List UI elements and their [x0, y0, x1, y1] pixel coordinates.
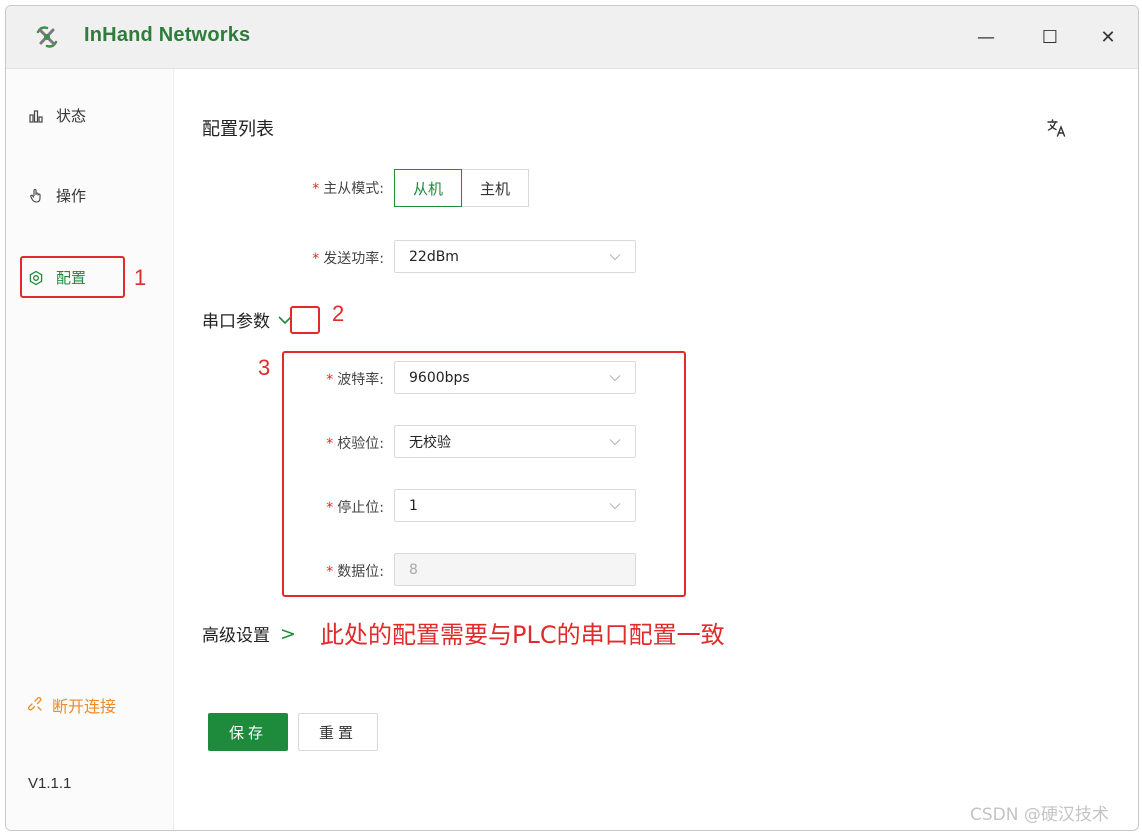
advanced-section-title: 高级设置	[202, 626, 270, 646]
annotation-box-1	[20, 256, 125, 298]
disconnect-label: 断开连接	[52, 697, 117, 716]
baud-label-text: 波特率:	[337, 372, 384, 388]
baud-rate-value: 9600bps	[409, 369, 470, 386]
data-bits-label-text: 数据位:	[337, 564, 384, 580]
close-button[interactable]: ✕	[1088, 20, 1128, 54]
mode-option-master[interactable]: 主机	[462, 169, 530, 207]
app-logo-icon	[36, 26, 58, 48]
parity-label-text: 校验位:	[337, 436, 384, 452]
stop-bits-select[interactable]: 1	[394, 489, 636, 522]
required-mark: *	[326, 564, 334, 580]
bar-chart-icon	[29, 109, 43, 123]
tx-power-value: 22dBm	[409, 248, 459, 265]
serial-section-header[interactable]: 串口参数	[202, 307, 294, 332]
disconnect-button[interactable]: 断开连接	[28, 693, 116, 717]
hand-pointer-icon	[30, 188, 41, 203]
parity-value: 无校验	[409, 434, 451, 451]
sidebar-item-label: 操作	[56, 187, 87, 205]
baud-label: * 波特率:	[204, 369, 384, 389]
annotation-box-2	[290, 306, 320, 334]
mode-toggle: 从机 主机	[394, 169, 530, 207]
sidebar-item-operate[interactable]: 操作	[28, 185, 86, 206]
required-mark: *	[312, 251, 320, 267]
page-title: 配置列表	[202, 119, 274, 140]
chevron-down-icon	[609, 439, 621, 446]
chevron-down-icon	[609, 375, 621, 382]
advanced-section-header[interactable]: 高级设置 >	[202, 621, 296, 647]
required-mark: *	[312, 181, 320, 197]
minimize-button[interactable]: —	[966, 20, 1006, 54]
data-bits-input: 8	[394, 553, 636, 586]
mode-option-slave[interactable]: 从机	[394, 169, 463, 207]
watermark: CSDN @硬汉技术	[970, 805, 1109, 825]
data-bits-value: 8	[409, 561, 418, 578]
tx-power-label-text: 发送功率:	[323, 251, 384, 267]
mode-label: * 主从模式:	[204, 178, 384, 198]
chevron-down-icon	[609, 503, 621, 510]
stop-bits-value: 1	[409, 497, 418, 514]
version-label: V1.1.1	[28, 775, 72, 792]
chevron-down-icon	[609, 254, 621, 261]
annotation-number-2: 2	[332, 301, 345, 326]
mode-label-text: 主从模式:	[323, 181, 384, 197]
maximize-button[interactable]: ☐	[1030, 20, 1070, 54]
baud-rate-select[interactable]: 9600bps	[394, 361, 636, 394]
title-bar: InHand Networks — ☐ ✕	[6, 6, 1138, 69]
sidebar-item-status[interactable]: 状态	[28, 105, 86, 126]
annotation-number-1: 1	[134, 265, 147, 290]
annotation-note: 此处的配置需要与PLC的串口配置一致	[320, 621, 725, 649]
required-mark: *	[326, 372, 334, 388]
required-mark: *	[326, 500, 334, 516]
translate-icon[interactable]	[1046, 117, 1068, 139]
save-button[interactable]: 保存	[208, 713, 288, 751]
stop-bits-label: * 停止位:	[204, 497, 384, 517]
parity-label: * 校验位:	[204, 433, 384, 453]
stop-bits-label-text: 停止位:	[337, 500, 384, 516]
required-mark: *	[326, 436, 334, 452]
chevron-right-icon: >	[280, 622, 296, 645]
sidebar-item-label: 状态	[56, 107, 87, 125]
serial-section-title: 串口参数	[202, 312, 270, 332]
tx-power-select[interactable]: 22dBm	[394, 240, 636, 273]
sidebar: 状态 操作 配置 1 断开连接 V1.1.1	[6, 69, 174, 830]
reset-button[interactable]: 重置	[298, 713, 378, 751]
main-content: 配置列表 * 主从模式: 从机 主机 * 发送功率: 22dBm 串口参数 2 …	[174, 69, 1138, 830]
app-title: InHand Networks	[84, 24, 251, 46]
app-window: InHand Networks — ☐ ✕ 状态 操作 配置 1 断开连接 V1…	[5, 5, 1139, 831]
unlink-icon	[28, 697, 42, 711]
data-bits-label: * 数据位:	[204, 561, 384, 581]
tx-power-label: * 发送功率:	[204, 248, 384, 268]
parity-select[interactable]: 无校验	[394, 425, 636, 458]
